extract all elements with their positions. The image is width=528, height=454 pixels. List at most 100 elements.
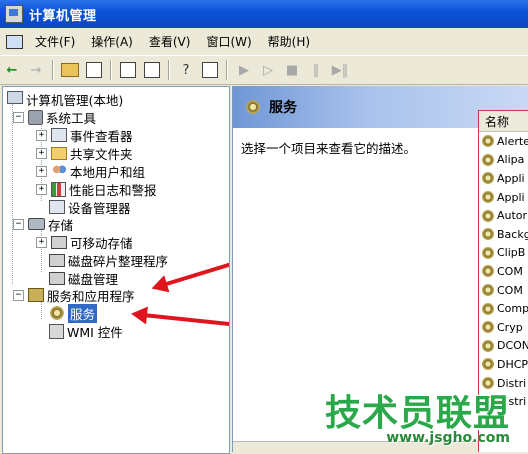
tree-item-label: 可移动存储 (70, 235, 133, 251)
service-row[interactable]: Appli (479, 169, 528, 188)
computer-icon (7, 91, 23, 104)
service-gear-icon (481, 301, 495, 316)
service-gear-icon (481, 245, 495, 260)
tree-item-perf-logs[interactable]: + 性能日志和警报 (36, 180, 157, 198)
menu-help[interactable]: 帮助(H) (260, 33, 318, 50)
window-title: 计算机管理 (29, 8, 97, 24)
stop-service-icon[interactable]: ■ (281, 59, 303, 81)
tree-item-system-tools[interactable]: − 系统工具 (13, 108, 96, 126)
show-hide-tree-icon[interactable] (83, 59, 105, 81)
service-gear-icon (481, 227, 495, 242)
expand-toggle[interactable]: + (36, 183, 47, 195)
tree-item-shared-folders[interactable]: + 共享文件夹 (36, 144, 133, 162)
export-list-icon[interactable] (141, 59, 163, 81)
expand-toggle[interactable]: + (36, 236, 47, 248)
services-gear-icon (49, 305, 65, 321)
service-row[interactable]: Alerte (479, 132, 528, 151)
watermark: 技术员联盟 www.jsgho.com (300, 384, 528, 452)
menu-action[interactable]: 操作(A) (83, 33, 141, 50)
pause-service-icon[interactable]: ‖ (305, 59, 327, 81)
service-gear-icon (481, 283, 495, 298)
removable-storage-icon (51, 235, 67, 249)
service-gear-icon (481, 171, 495, 186)
watermark-text: 技术员联盟 (324, 393, 510, 434)
service-gear-icon (481, 338, 495, 353)
service-description: 选择一个项目来查看它的描述。 (241, 141, 417, 156)
services-and-apps-icon (28, 288, 44, 302)
tree-item-label: 共享文件夹 (70, 146, 133, 162)
service-row[interactable]: Alipa (479, 151, 528, 170)
up-folder-icon[interactable] (59, 59, 81, 81)
service-row[interactable]: Autor (479, 206, 528, 225)
service-row[interactable]: DHCP (479, 355, 528, 374)
collapse-toggle[interactable]: − (13, 218, 24, 230)
window-menu-icon[interactable] (5, 34, 23, 50)
wmi-icon (49, 323, 64, 339)
storage-icon (28, 218, 45, 230)
tree-item-label: 本地用户和组 (70, 164, 146, 180)
collapse-toggle[interactable]: − (13, 289, 24, 301)
service-row[interactable]: Appli (479, 188, 528, 207)
tree-item-label: 性能日志和警报 (69, 182, 157, 198)
tree-item-defrag[interactable]: 磁盘碎片整理程序 (49, 251, 168, 269)
tree-line (12, 104, 13, 284)
tree-item-removable-storage[interactable]: + 可移动存储 (36, 233, 133, 251)
annotation-arrow (162, 262, 229, 287)
tree-item-label: 服务和应用程序 (47, 288, 135, 304)
tree-item-label: 磁盘碎片整理程序 (68, 253, 169, 269)
menu-file[interactable]: 文件(F) (27, 33, 83, 50)
menu-view[interactable]: 查看(V) (141, 33, 199, 50)
service-gear-icon (481, 320, 495, 335)
toolbar-separator (52, 60, 54, 80)
service-row[interactable]: Backg (479, 225, 528, 244)
tree-item-services[interactable]: 服务 (49, 303, 98, 323)
tree-item-device-manager[interactable]: 设备管理器 (49, 198, 131, 216)
collapse-toggle[interactable]: − (13, 111, 24, 123)
start-service-icon[interactable]: ▶ (233, 59, 255, 81)
event-viewer-icon (51, 128, 67, 142)
tree-item-event-viewer[interactable]: + 事件查看器 (36, 126, 133, 144)
title-bar: 计算机管理 (0, 0, 528, 28)
menu-window[interactable]: 窗口(W) (198, 33, 259, 50)
tree-item-disk-management[interactable]: 磁盘管理 (49, 269, 118, 287)
service-row[interactable]: COM (479, 281, 528, 300)
restart-service-icon[interactable]: ▶‖ (329, 59, 351, 81)
menu-bar: 文件(F) 操作(A) 查看(V) 窗口(W) 帮助(H) (0, 28, 528, 56)
tree-item-computer-management[interactable]: 计算机管理(本地) (7, 90, 123, 108)
performance-icon (51, 181, 66, 197)
start-service-icon[interactable]: ▷ (257, 59, 279, 81)
tree-item-services-and-apps[interactable]: − 服务和应用程序 (13, 286, 135, 304)
expand-toggle[interactable]: + (36, 129, 47, 141)
service-row[interactable]: Cryp (479, 318, 528, 337)
service-row[interactable]: Comp (479, 299, 528, 318)
service-row[interactable]: COM (479, 262, 528, 281)
expand-toggle[interactable]: + (36, 165, 47, 177)
service-gear-icon (481, 190, 495, 205)
column-header-name[interactable]: 名称 (479, 111, 528, 132)
service-gear-icon (481, 134, 495, 149)
service-gear-icon (481, 264, 495, 279)
watermark-url: www.jsgho.com (386, 430, 510, 446)
forward-icon[interactable]: → (25, 59, 47, 81)
device-manager-icon (49, 200, 65, 214)
services-gear-icon (245, 99, 261, 115)
help-icon[interactable]: ? (175, 59, 197, 81)
tree-item-local-users[interactable]: + 本地用户和组 (36, 162, 145, 180)
toolbar-separator (168, 60, 170, 80)
expand-toggle[interactable]: + (36, 147, 47, 159)
properties-icon[interactable] (199, 59, 221, 81)
tree-item-storage[interactable]: − 存储 (13, 215, 73, 233)
refresh-icon[interactable] (117, 59, 139, 81)
back-icon[interactable]: ← (1, 59, 23, 81)
tree-item-wmi[interactable]: WMI 控件 (49, 322, 123, 340)
service-gear-icon (481, 152, 495, 167)
service-row[interactable]: DCON (479, 337, 528, 356)
defrag-icon (49, 253, 65, 267)
service-row[interactable]: ClipB (479, 244, 528, 263)
disk-management-icon (49, 271, 65, 285)
tree-item-label: 系统工具 (46, 110, 97, 126)
service-gear-icon (481, 357, 495, 372)
tree-item-label: 设备管理器 (68, 200, 131, 216)
users-icon (51, 163, 67, 179)
toolbar-separator (110, 60, 112, 80)
